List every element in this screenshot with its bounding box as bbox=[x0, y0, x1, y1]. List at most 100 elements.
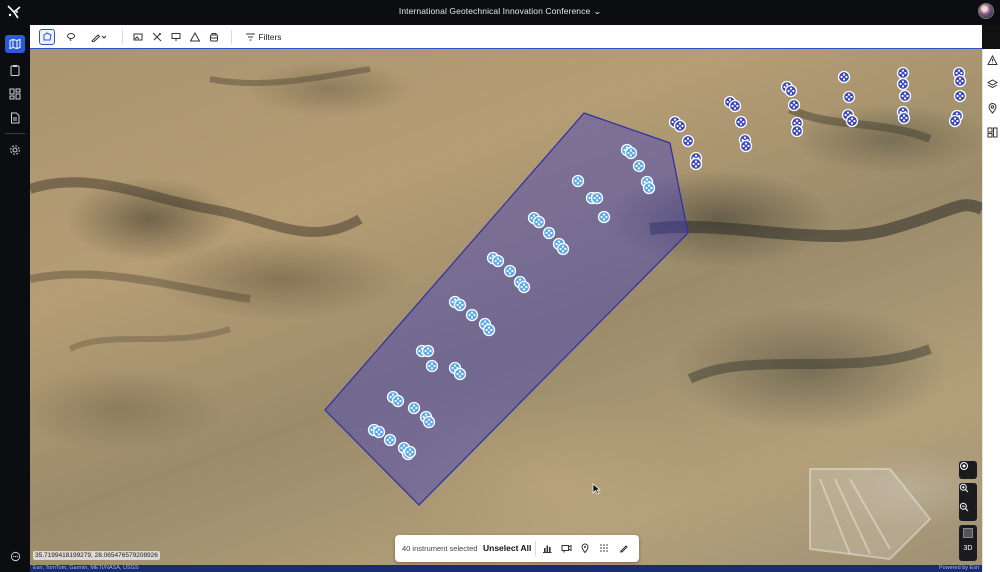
left-nav bbox=[0, 25, 30, 572]
grid-button[interactable] bbox=[598, 542, 610, 554]
presentation-button[interactable] bbox=[169, 29, 183, 45]
toolbar-divider bbox=[122, 30, 123, 44]
instrument-marker[interactable] bbox=[784, 84, 798, 98]
nav-map-button[interactable] bbox=[5, 35, 25, 53]
filter-icon bbox=[246, 33, 256, 41]
pen-button[interactable] bbox=[618, 542, 630, 554]
instrument-marker[interactable] bbox=[842, 90, 856, 104]
instrument-marker-selected[interactable] bbox=[482, 323, 496, 337]
chat-button[interactable] bbox=[7, 548, 23, 564]
zoom-in-button[interactable] bbox=[959, 483, 977, 502]
instrument-marker-selected[interactable] bbox=[403, 445, 417, 459]
instrument-marker-selected[interactable] bbox=[532, 215, 546, 229]
instrument-marker[interactable] bbox=[953, 89, 967, 103]
instrument-marker-selected[interactable] bbox=[391, 394, 405, 408]
layers-icon bbox=[986, 78, 998, 88]
instrument-marker[interactable] bbox=[845, 114, 859, 128]
location-icon bbox=[987, 102, 997, 114]
instrument-marker[interactable] bbox=[734, 115, 748, 129]
instrument-marker[interactable] bbox=[896, 77, 910, 91]
instrument-marker-selected[interactable] bbox=[642, 181, 656, 195]
widgets-icon bbox=[987, 127, 997, 137]
draw-dropdown-button[interactable] bbox=[87, 29, 111, 45]
chart-button[interactable] bbox=[541, 542, 553, 554]
warning-outline-icon bbox=[190, 32, 200, 42]
alerts-button[interactable] bbox=[985, 53, 999, 67]
instrument-marker-selected[interactable] bbox=[491, 254, 505, 268]
nav-dashboard-button[interactable] bbox=[5, 85, 25, 103]
project-title: International Geotechnical Innovation Co… bbox=[398, 6, 591, 16]
attribution-powered-by[interactable]: Powered by Esri bbox=[939, 565, 979, 571]
polygon-select-icon bbox=[43, 32, 52, 41]
view-3d-toggle[interactable]: 3D bbox=[959, 545, 977, 552]
nav-document-button[interactable] bbox=[5, 109, 25, 127]
instrument-marker[interactable] bbox=[837, 70, 851, 84]
zoom-out-button[interactable] bbox=[959, 502, 977, 521]
top-bar: International Geotechnical Innovation Co… bbox=[0, 0, 1000, 25]
warning-tool-button[interactable] bbox=[188, 29, 202, 45]
instrument-marker[interactable] bbox=[689, 157, 703, 171]
edit-points-button[interactable] bbox=[150, 29, 164, 45]
instrument-marker-selected[interactable] bbox=[556, 242, 570, 256]
instrument-marker-selected[interactable] bbox=[597, 210, 611, 224]
instrument-marker-selected[interactable] bbox=[624, 146, 638, 160]
instrument-marker-selected[interactable] bbox=[422, 415, 436, 429]
instrument-marker[interactable] bbox=[896, 66, 910, 80]
instrument-marker[interactable] bbox=[948, 114, 962, 128]
instrument-marker-selected[interactable] bbox=[571, 174, 585, 188]
instrument-marker[interactable] bbox=[790, 124, 804, 138]
instrument-marker-selected[interactable] bbox=[503, 264, 517, 278]
basemap-thumbnail[interactable] bbox=[963, 528, 973, 538]
instrument-marker[interactable] bbox=[953, 74, 967, 88]
basemap-controls: 3D bbox=[959, 525, 977, 561]
zoom-out-icon bbox=[959, 502, 969, 512]
nav-settings-button[interactable] bbox=[5, 141, 25, 159]
instrument-marker[interactable] bbox=[898, 89, 912, 103]
instrument-marker[interactable] bbox=[897, 111, 911, 125]
instrument-marker-selected[interactable] bbox=[453, 367, 467, 381]
pin-button[interactable] bbox=[579, 542, 591, 554]
locate-button[interactable] bbox=[959, 461, 977, 479]
widgets-button[interactable] bbox=[985, 125, 999, 139]
instrument-marker-selected[interactable] bbox=[425, 359, 439, 373]
layers-button[interactable] bbox=[985, 77, 999, 91]
app-root: International Geotechnical Innovation Co… bbox=[0, 0, 1000, 572]
chevron-down-icon: ⌄ bbox=[593, 7, 603, 16]
instrument-marker-selected[interactable] bbox=[632, 159, 646, 173]
nav-clipboard-button[interactable] bbox=[5, 61, 25, 79]
selection-action-bar: 40 instrument selected Unselect All bbox=[395, 535, 639, 562]
project-title-dropdown[interactable]: International Geotechnical Innovation Co… bbox=[0, 6, 1000, 16]
chat-icon bbox=[10, 551, 20, 561]
instrument-marker-selected[interactable] bbox=[465, 308, 479, 322]
image-tool-button[interactable] bbox=[131, 29, 145, 45]
instrument-marker-selected[interactable] bbox=[453, 298, 467, 312]
store-tool-button[interactable] bbox=[207, 29, 221, 45]
lasso-select-icon bbox=[67, 33, 75, 42]
instrument-marker-selected[interactable] bbox=[383, 433, 397, 447]
instrument-marker[interactable] bbox=[681, 134, 695, 148]
instrument-marker-selected[interactable] bbox=[421, 344, 435, 358]
instrument-marker-selected[interactable] bbox=[372, 425, 386, 439]
filters-button[interactable]: Filters bbox=[244, 29, 284, 45]
instrument-marker[interactable] bbox=[787, 98, 801, 112]
map-canvas[interactable]: 35.7199418199279, 28.065476579208926 3D bbox=[30, 49, 982, 565]
locations-button[interactable] bbox=[985, 101, 999, 115]
instrument-marker[interactable] bbox=[739, 139, 753, 153]
instrument-marker[interactable] bbox=[728, 99, 742, 113]
toolbar-divider bbox=[231, 30, 232, 44]
chart-icon bbox=[543, 545, 552, 553]
instrument-marker-selected[interactable] bbox=[407, 401, 421, 415]
camera-button[interactable] bbox=[560, 542, 572, 554]
polygon-select-button[interactable] bbox=[39, 29, 55, 45]
instrument-marker[interactable] bbox=[673, 119, 687, 133]
instrument-marker-selected[interactable] bbox=[590, 191, 604, 205]
selection-polygon[interactable] bbox=[324, 112, 689, 506]
lasso-select-button[interactable] bbox=[63, 29, 79, 45]
instrument-marker-selected[interactable] bbox=[542, 226, 556, 240]
unselect-all-button[interactable]: Unselect All bbox=[483, 543, 531, 553]
edit-points-icon bbox=[152, 32, 162, 42]
grid-dots-icon bbox=[600, 544, 608, 552]
avatar[interactable] bbox=[978, 3, 994, 19]
instrument-marker-selected[interactable] bbox=[517, 280, 531, 294]
nav-divider bbox=[5, 133, 25, 134]
